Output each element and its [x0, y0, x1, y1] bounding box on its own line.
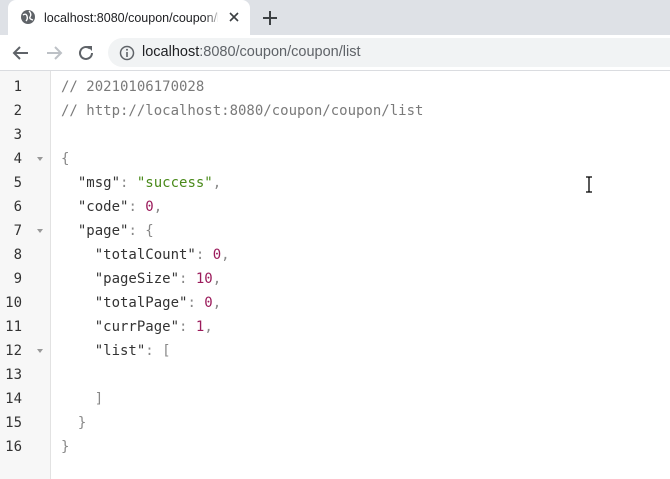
line-number: 6 [13, 199, 22, 215]
line-number: 4 [13, 151, 22, 167]
close-icon[interactable] [226, 9, 242, 25]
browser-toolbar: localhost:8080/coupon/coupon/list [0, 35, 670, 71]
line-number: 13 [5, 367, 22, 383]
line-number: 7 [13, 223, 22, 239]
json-viewer: 1 2 3 4 5 6 7 8 9 10 11 12 13 14 15 16 /… [0, 71, 670, 479]
json-key: "totalPage" [94, 295, 188, 311]
plus-icon[interactable] [260, 8, 280, 28]
line-number: 14 [5, 391, 22, 407]
line-number: 8 [13, 247, 22, 263]
url-host: localhost [142, 44, 200, 60]
line-number: 1 [13, 79, 22, 95]
json-line-totalcount: "totalCount": 0, [94, 247, 230, 263]
line-number: 12 [5, 343, 22, 359]
comment-source-url: // http://localhost:8080/coupon/coupon/l… [61, 103, 424, 119]
browser-tab[interactable]: localhost:8080/coupon/coupon/list [8, 0, 250, 35]
reload-icon[interactable] [75, 42, 97, 64]
info-icon[interactable] [119, 45, 135, 61]
json-object-close: } [77, 415, 87, 431]
json-key: "totalCount" [94, 247, 196, 263]
line-number: 16 [5, 439, 22, 455]
line-number: 9 [13, 271, 22, 287]
json-number-value: 10 [195, 271, 213, 287]
address-bar[interactable]: localhost:8080/coupon/coupon/list [108, 38, 670, 67]
json-open-brace: { [61, 151, 70, 167]
json-key: "code" [77, 199, 129, 215]
line-number: 3 [13, 127, 22, 143]
fold-toggle-icon[interactable] [37, 349, 43, 353]
url-text[interactable]: localhost:8080/coupon/coupon/list [142, 44, 360, 61]
line-number: 10 [5, 295, 22, 311]
line-number: 11 [5, 319, 22, 335]
json-string-value: "success" [136, 175, 213, 191]
fold-toggle-icon[interactable] [37, 157, 43, 161]
line-number-gutter: 1 2 3 4 5 6 7 8 9 10 11 12 13 14 15 16 [0, 71, 51, 479]
json-line-list: "list": [ [94, 343, 171, 359]
line-number: 15 [5, 415, 22, 431]
text-cursor-icon [586, 176, 592, 193]
json-line-pagesize: "pageSize": 10, [94, 271, 222, 287]
json-key: "msg" [77, 175, 121, 191]
json-key: "list" [94, 343, 146, 359]
json-number-value: 0 [204, 295, 213, 311]
json-close-brace: } [61, 439, 70, 455]
json-number-value: 0 [145, 199, 154, 215]
json-line-totalpage: "totalPage": 0, [94, 295, 222, 311]
back-arrow-icon[interactable] [10, 42, 32, 64]
tab-strip: localhost:8080/coupon/coupon/list [0, 0, 670, 35]
url-path: :8080/coupon/coupon/list [199, 44, 361, 60]
json-line-page: "page": { [77, 223, 154, 239]
line-number: 2 [13, 103, 22, 119]
globe-icon [21, 10, 35, 24]
json-key: "pageSize" [94, 271, 180, 287]
comment-timestamp: // 20210106170028 [61, 79, 205, 95]
json-array-open: [ [162, 343, 171, 359]
json-line-page-close: } [61, 411, 86, 435]
tab-title: localhost:8080/coupon/coupon/list [44, 11, 218, 25]
fold-toggle-icon[interactable] [37, 229, 43, 233]
json-key: "page" [77, 223, 129, 239]
json-array-close: ] [94, 391, 104, 407]
line-number: 5 [13, 175, 22, 191]
tab-title-fade [204, 8, 224, 28]
json-line-currpage: "currPage": 1, [94, 319, 213, 335]
forward-arrow-icon[interactable] [43, 42, 65, 64]
json-key: "currPage" [94, 319, 180, 335]
json-number-value: 0 [212, 247, 222, 263]
json-line-msg: "msg": "success", [77, 175, 222, 191]
json-line-list-close: ] [61, 387, 103, 411]
json-line-code: "code": 0, [77, 199, 163, 215]
